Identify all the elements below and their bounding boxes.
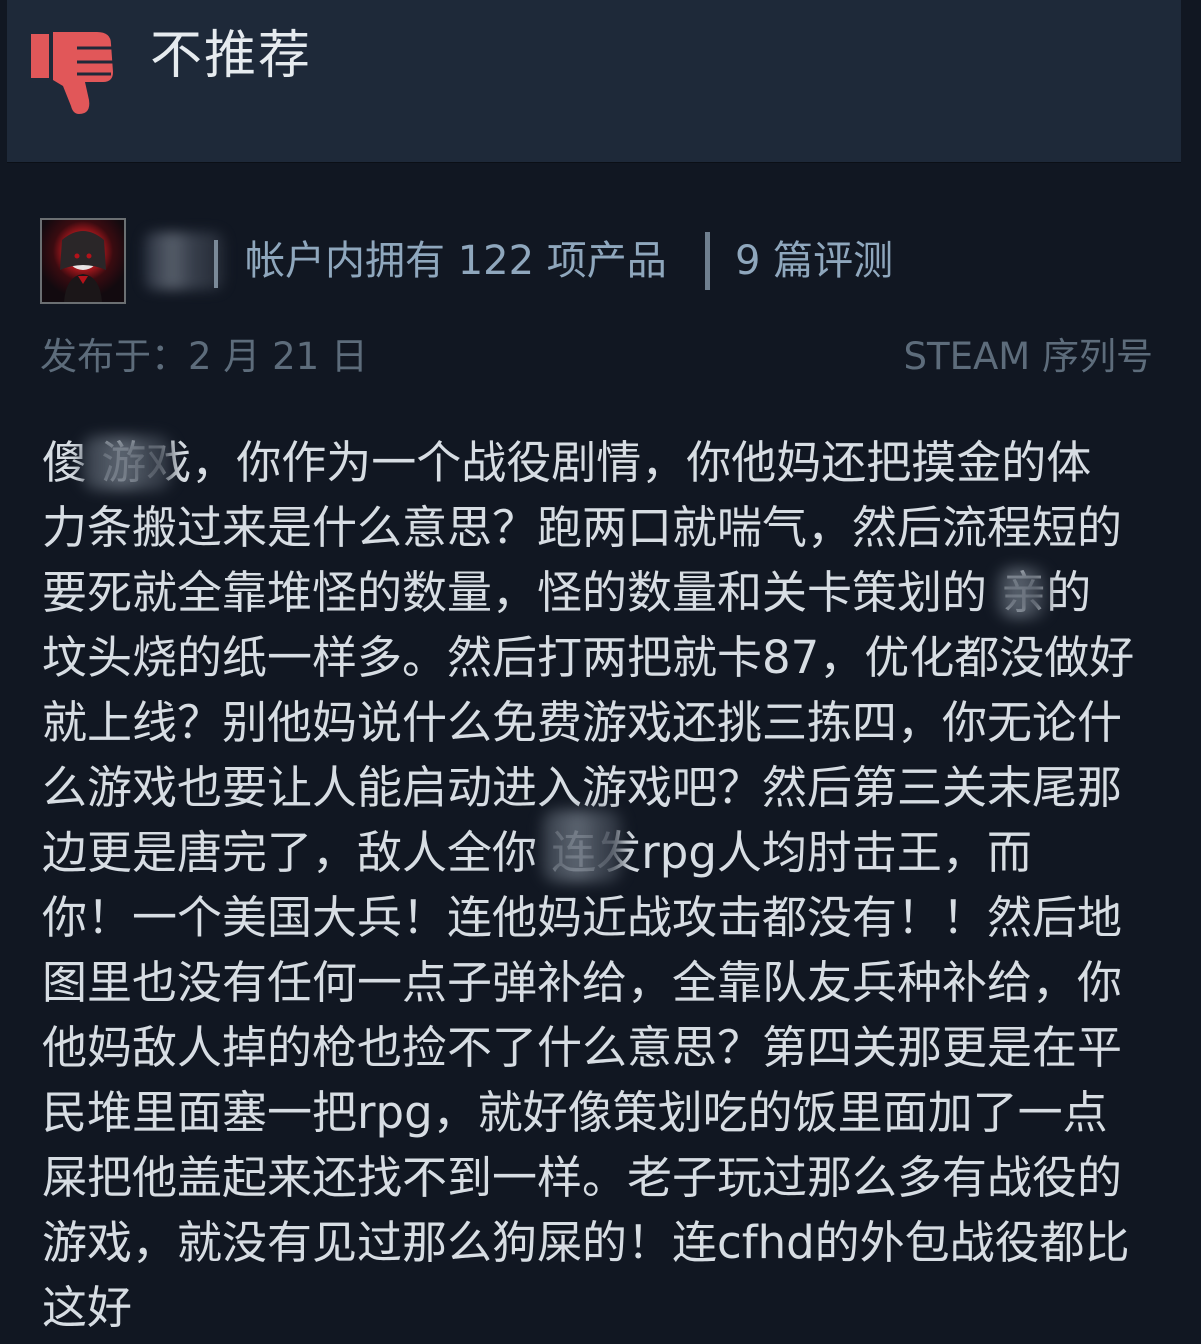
review-verdict: 不推荐 (150, 26, 313, 86)
redacted-blur (997, 568, 1047, 618)
review-line: 游戏，就没有见过那么狗屎的！连cfhd的外包战役都比 (42, 1216, 1130, 1269)
divider (214, 240, 218, 288)
review-line: 你！一个美国大兵！连他妈近战攻击都没有！！然后地 (42, 891, 1123, 944)
redacted-blur (82, 436, 172, 490)
review-line: 要死就全靠堆怪的数量，怪的数量和关卡策划的 亲的 (42, 566, 1092, 619)
redacted-blur (542, 810, 622, 882)
review-line: 这好 (42, 1281, 133, 1334)
review-line: 边更是唐完了，敌人全你 连发rpg人均肘击王，而 (42, 810, 1154, 885)
posted-date: 发布于：2 月 21 日 (40, 335, 368, 378)
author-info: 帐户内拥有 122 项产品 9 篇评测 (40, 218, 1180, 306)
product-source: STEAM 序列号 (903, 335, 1153, 378)
review-line: 力条搬过来是什么意思？跑两口就喘气，然后流程短的 (42, 501, 1123, 554)
review-text: 傻 游戏，你作为一个战役剧情，你他妈还把摸金的体 力条搬过来是什么意思？跑两口就… (42, 430, 1154, 1340)
review-line: 坟头烧的纸一样多。然后打两把就卡87，优化都没做好 (42, 631, 1135, 684)
divider (705, 232, 710, 290)
review-line: 他妈敌人掉的枪也捡不了什么意思？第四关那更是在平 (42, 1021, 1123, 1074)
review-header: 不推荐 (7, 0, 1181, 163)
user-avatar[interactable] (40, 218, 126, 304)
review-line: 民堆里面塞一把rpg，就好像策划吃的饭里面加了一点 (42, 1086, 1108, 1139)
thumbs-down-icon (27, 24, 119, 116)
reviews-count-link[interactable]: 9 篇评测 (735, 235, 893, 287)
review-line: 傻 游戏，你作为一个战役剧情，你他妈还把摸金的体 (42, 436, 1092, 490)
review-line: 屎把他盖起来还找不到一样。老子玩过那么多有战役的 (42, 1151, 1123, 1204)
review-line: 就上线？别他妈说什么免费游戏还挑三拣四，你无论什 (42, 696, 1123, 749)
username-redacted (144, 232, 224, 290)
owned-products-link[interactable]: 帐户内拥有 122 项产品 (245, 235, 667, 287)
review-line: 图里也没有任何一点子弹补给，全靠队友兵种补给，你 (42, 956, 1123, 1009)
